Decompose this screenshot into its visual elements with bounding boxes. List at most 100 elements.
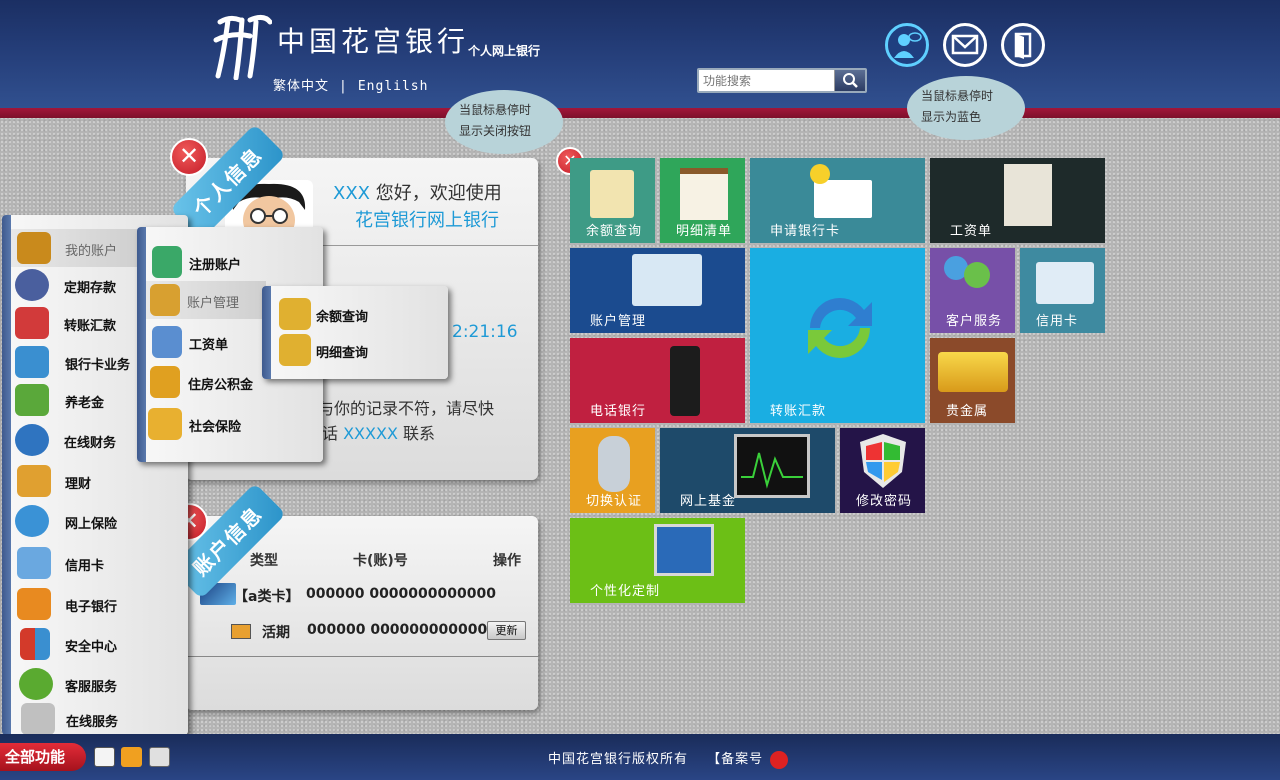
menu-item-label: 明细查询 [316, 346, 369, 361]
tooltip-line: 当鼠标悬停时 [459, 103, 532, 117]
account-manage-icon [150, 284, 180, 316]
tile-label: 工资单 [950, 224, 993, 239]
menu-item-label: 银行卡业务 [65, 358, 131, 373]
tooltip-line: 显示关闭按钮 [459, 124, 532, 138]
menu-item-label: 注册账户 [189, 258, 242, 273]
tile-phone-banking[interactable]: 电话银行 [570, 338, 745, 423]
register-icon [152, 246, 182, 278]
transfer-icon [15, 307, 49, 339]
user-profile-button[interactable] [885, 23, 929, 67]
close-personal-panel-button[interactable]: ✕ [170, 138, 208, 176]
windows-shield-icon [860, 434, 906, 488]
tile-label: 网上基金 [680, 494, 737, 509]
menu-item-online-service[interactable]: 在线服务 [11, 700, 181, 738]
update-button[interactable]: 更新 [487, 621, 526, 640]
user-chat-icon [894, 32, 922, 58]
search-input[interactable] [703, 72, 831, 90]
greeting-username[interactable]: XXX [333, 183, 370, 204]
column-header-action: 操作 [493, 553, 521, 569]
submenu-item-account-manage[interactable]: 账户管理 [146, 281, 266, 319]
menu-item-credit-card[interactable]: 信用卡 [11, 544, 181, 582]
submenu-item-register[interactable]: 注册账户 [146, 243, 316, 281]
lang-separator: | [339, 79, 348, 94]
sparkle-icon [810, 164, 830, 184]
submenu-item-social-insurance[interactable]: 社会保险 [146, 405, 316, 443]
menu-item-label: 信用卡 [65, 559, 105, 574]
menu-item-label: 工资单 [189, 338, 229, 353]
folder-icon [279, 298, 311, 330]
tile-account-manage[interactable]: 账户管理 [570, 248, 745, 333]
calculator-icon[interactable] [149, 747, 170, 767]
icp-label[interactable]: 【备案号 [707, 752, 763, 767]
account-type: 活期 [262, 625, 290, 641]
tile-precious-metal[interactable]: 贵金属 [930, 338, 1015, 423]
menu-item-security-center[interactable]: 安全中心 [11, 625, 181, 663]
greeting-text: 您好，欢迎使用 [370, 183, 502, 204]
tile-personalize[interactable]: 个性化定制 [570, 518, 745, 603]
tile-payslip[interactable]: 工资单 [930, 158, 1105, 243]
insurance-globe-icon [15, 505, 49, 537]
tile-balance-query[interactable]: 余额查询 [570, 158, 655, 243]
menu-item-label: 我的账户 [65, 244, 118, 259]
online-service-icon [21, 703, 55, 735]
tile-label: 余额查询 [586, 224, 643, 239]
notebook-icon[interactable] [94, 747, 115, 767]
bank-name: 中国花宫银行 [277, 25, 470, 58]
notice-phone: XXXXX [343, 424, 398, 443]
passbook-thumbnail [231, 624, 251, 639]
menu-item-e-banking[interactable]: 电子银行 [11, 585, 181, 623]
column-header-type: 类型 [250, 553, 278, 569]
gold-bars-icon [938, 352, 1008, 392]
account-type: 【a类卡】 [234, 589, 300, 605]
menu-item-label: 网上保险 [65, 517, 118, 532]
submenu-item-detail-query[interactable]: 明细查询 [271, 331, 441, 369]
tile-change-password[interactable]: 修改密码 [840, 428, 925, 513]
account-manage-submenu: 余额查询 明细查询 [262, 286, 448, 379]
menu-item-my-account[interactable]: 我的账户 [11, 229, 139, 267]
search-button[interactable] [834, 70, 865, 91]
menu-item-label: 养老金 [65, 396, 105, 411]
credit-card-user-icon [17, 547, 51, 579]
search-icon [843, 73, 858, 88]
lang-english-link[interactable]: Englilsh [358, 79, 429, 94]
tile-online-fund[interactable]: 网上基金 [660, 428, 835, 513]
tooltip-line: 当鼠标悬停时 [921, 89, 994, 103]
all-functions-button[interactable]: 全部功能 [0, 743, 86, 771]
menu-item-label: 客服服务 [65, 680, 118, 695]
menu-item-label: 余额查询 [316, 310, 369, 325]
menu-item-label: 定期存款 [64, 281, 117, 296]
tile-customer-service[interactable]: 客户服务 [930, 248, 1015, 333]
menu-item-label: 住房公积金 [188, 378, 254, 393]
globe-icon [15, 424, 49, 456]
menu-item-online-insurance[interactable]: 网上保险 [11, 502, 181, 540]
logout-button[interactable] [1001, 23, 1045, 67]
id-card-icon [632, 254, 702, 306]
tile-switch-auth[interactable]: 切换认证 [570, 428, 655, 513]
notice-text: 话 XXXXX 联系 [322, 420, 435, 444]
police-badge-icon [770, 750, 789, 769]
social-insurance-icon [148, 408, 182, 440]
bank-card-icon [15, 346, 49, 378]
user-icon [964, 262, 990, 288]
menu-item-label: 在线服务 [66, 715, 119, 730]
tile-credit-card[interactable]: 信用卡 [1020, 248, 1105, 333]
menu-item-customer-service[interactable]: 客服服务 [11, 665, 181, 703]
menu-item-label: 电子银行 [65, 600, 118, 615]
menu-item-label: 转账汇款 [64, 319, 117, 334]
submenu-item-balance-query[interactable]: 余额查询 [271, 295, 441, 333]
housing-fund-icon [150, 366, 180, 398]
folder-icon[interactable] [121, 747, 142, 767]
menu-item-wealth[interactable]: 理财 [11, 462, 181, 500]
phone-icon [670, 346, 700, 416]
last-login-time: 2:21:16 [452, 322, 518, 342]
mail-button[interactable] [943, 23, 987, 67]
tile-apply-card[interactable]: 申请银行卡 [750, 158, 925, 243]
language-links: 繁体中文 | Englilsh [273, 75, 428, 94]
tile-transfer[interactable]: 转账汇款 [750, 248, 925, 423]
header-stripe [0, 108, 1280, 118]
document-icon [1004, 164, 1052, 226]
shopping-cart-icon [17, 588, 51, 620]
tile-detail-list[interactable]: 明细清单 [660, 158, 745, 243]
lang-traditional-link[interactable]: 繁体中文 [273, 79, 329, 94]
greeting-bank-name: 花宫银行网上银行 [355, 210, 499, 231]
